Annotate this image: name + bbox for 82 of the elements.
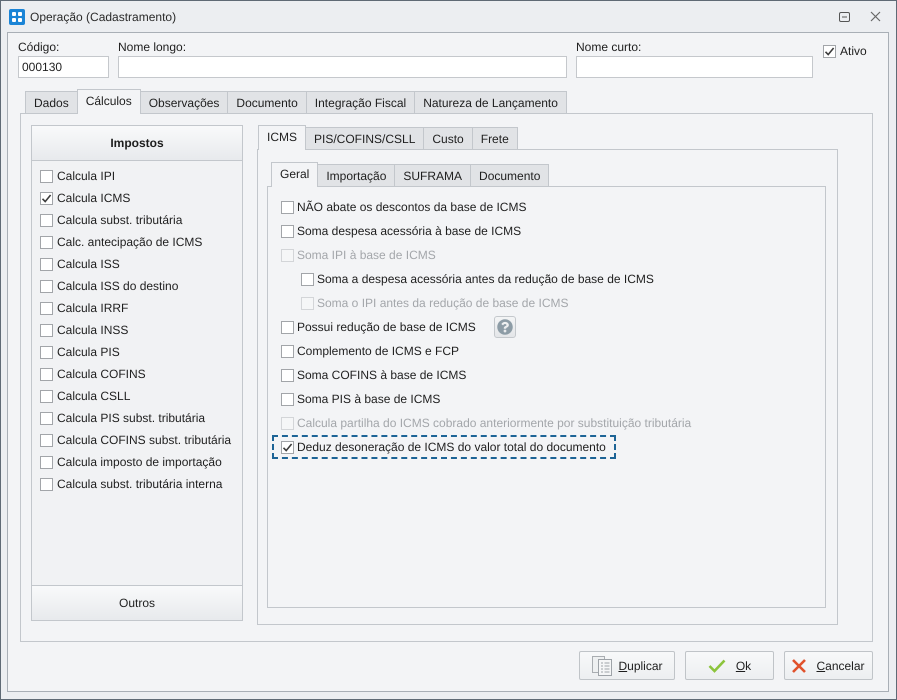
tab[interactable]: SUFRAMA bbox=[394, 164, 472, 186]
checkbox-option[interactable]: Soma despesa acessória à base de ICMS bbox=[272, 219, 532, 243]
checkbox-option[interactable]: Ativo bbox=[823, 40, 867, 62]
checkmark-icon bbox=[708, 658, 726, 672]
text-field[interactable] bbox=[118, 56, 567, 78]
dialog-button[interactable]: Cancelar bbox=[784, 651, 873, 680]
checkbox[interactable] bbox=[40, 214, 53, 226]
checkbox[interactable] bbox=[281, 440, 294, 454]
checkbox-option[interactable]: Calcula IRRF bbox=[40, 297, 128, 319]
tab[interactable]: Documento bbox=[470, 164, 550, 186]
checkbox-option[interactable]: Calcula subst. tributária interna bbox=[40, 473, 222, 495]
field-label: Nome curto: bbox=[576, 40, 642, 55]
window-title: Operação (Cadastramento) bbox=[30, 10, 176, 24]
checkbox[interactable] bbox=[40, 280, 53, 292]
checkbox-option[interactable]: Calcula COFINS bbox=[40, 363, 146, 385]
tab[interactable]: ICMS bbox=[258, 125, 306, 150]
dialog-button[interactable]: Duplicar bbox=[579, 651, 675, 680]
close-icon bbox=[870, 11, 880, 22]
checkbox[interactable] bbox=[40, 368, 53, 380]
checkbox-option[interactable]: Calcula ISS do destino bbox=[40, 275, 178, 297]
checkbox[interactable] bbox=[40, 324, 53, 336]
checkbox[interactable] bbox=[40, 302, 53, 314]
checkbox[interactable] bbox=[40, 412, 53, 424]
checkbox[interactable] bbox=[281, 224, 294, 238]
checkbox[interactable] bbox=[40, 390, 53, 402]
checkbox-option[interactable]: Complemento de ICMS e FCP bbox=[272, 339, 470, 363]
tab[interactable]: PIS/COFINS/CSLL bbox=[305, 127, 424, 149]
tab[interactable]: Custo bbox=[423, 127, 473, 149]
tab[interactable]: Observações bbox=[140, 91, 228, 113]
checkbox-option[interactable]: Calcula COFINS subst. tributária bbox=[40, 429, 232, 451]
checkbox-option[interactable]: Calcula IPI bbox=[40, 165, 116, 187]
checkbox[interactable] bbox=[281, 200, 294, 214]
checkbox-option[interactable]: Calcula subst. tributária bbox=[40, 209, 182, 231]
close-button[interactable] bbox=[868, 10, 882, 24]
checkbox-option[interactable]: Calcula ISS bbox=[40, 253, 120, 275]
checkbox-option[interactable]: Possui redução de base de ICMS bbox=[272, 315, 486, 339]
checkbox-option[interactable]: Calcula PIS subst. tributária bbox=[40, 407, 206, 429]
app-icon bbox=[9, 8, 25, 24]
checkbox-option[interactable]: Calcula PIS bbox=[40, 341, 120, 363]
checkbox-option[interactable]: NÃO abate os descontos da base de ICMS bbox=[272, 195, 536, 219]
tab[interactable]: Frete bbox=[472, 127, 518, 149]
checkbox[interactable] bbox=[40, 170, 53, 182]
tab[interactable]: Integração Fiscal bbox=[306, 91, 416, 113]
field-label: Nome longo: bbox=[118, 40, 188, 55]
checkbox-option[interactable]: Deduz desoneração de ICMS do valor total do documento bbox=[272, 435, 616, 459]
tab[interactable]: Natureza de Lançamento bbox=[414, 91, 567, 113]
tab[interactable]: Documento bbox=[227, 91, 307, 113]
checkbox[interactable] bbox=[40, 346, 53, 358]
checkbox-option[interactable]: Soma COFINS à base de ICMS bbox=[272, 363, 476, 387]
checkbox[interactable] bbox=[40, 434, 53, 446]
tab[interactable]: Geral bbox=[271, 162, 318, 187]
checkbox[interactable] bbox=[823, 44, 836, 58]
checkbox[interactable] bbox=[40, 456, 53, 468]
documents-icon bbox=[591, 654, 614, 676]
tab[interactable]: Importação bbox=[317, 164, 396, 186]
checkbox-option[interactable]: Calc. antecipação de ICMS bbox=[40, 231, 202, 253]
text-field[interactable]: 000130 bbox=[18, 56, 109, 78]
checkbox[interactable] bbox=[40, 236, 53, 248]
checkbox[interactable] bbox=[281, 344, 294, 358]
group-header[interactable]: Outros bbox=[32, 585, 242, 620]
group-header[interactable]: Impostos bbox=[32, 126, 242, 161]
tab[interactable]: Dados bbox=[25, 91, 78, 113]
checkbox-option[interactable]: Calcula imposto de importação bbox=[40, 451, 222, 473]
help-icon bbox=[496, 319, 513, 335]
restore-button[interactable] bbox=[837, 10, 851, 24]
checkbox-option[interactable]: Calcula CSLL bbox=[40, 385, 130, 407]
text-field[interactable] bbox=[576, 56, 813, 78]
checkbox[interactable] bbox=[40, 478, 53, 490]
checkbox-option[interactable]: Soma PIS à base de ICMS bbox=[272, 387, 450, 411]
checkbox[interactable] bbox=[281, 320, 294, 334]
field-label: Código: bbox=[18, 40, 60, 55]
checkbox-option[interactable]: Calcula ICMS bbox=[40, 187, 130, 209]
tab[interactable]: Cálculos bbox=[76, 89, 141, 114]
checkbox[interactable] bbox=[40, 258, 53, 270]
restore-icon bbox=[838, 12, 850, 22]
dialog-button[interactable]: Ok bbox=[685, 651, 774, 680]
close-icon bbox=[792, 658, 806, 672]
help-button[interactable] bbox=[494, 316, 516, 338]
checkbox[interactable] bbox=[40, 192, 53, 204]
checkbox[interactable] bbox=[281, 368, 294, 382]
checkbox[interactable] bbox=[281, 392, 294, 406]
checkbox-option[interactable]: Calcula INSS bbox=[40, 319, 128, 341]
